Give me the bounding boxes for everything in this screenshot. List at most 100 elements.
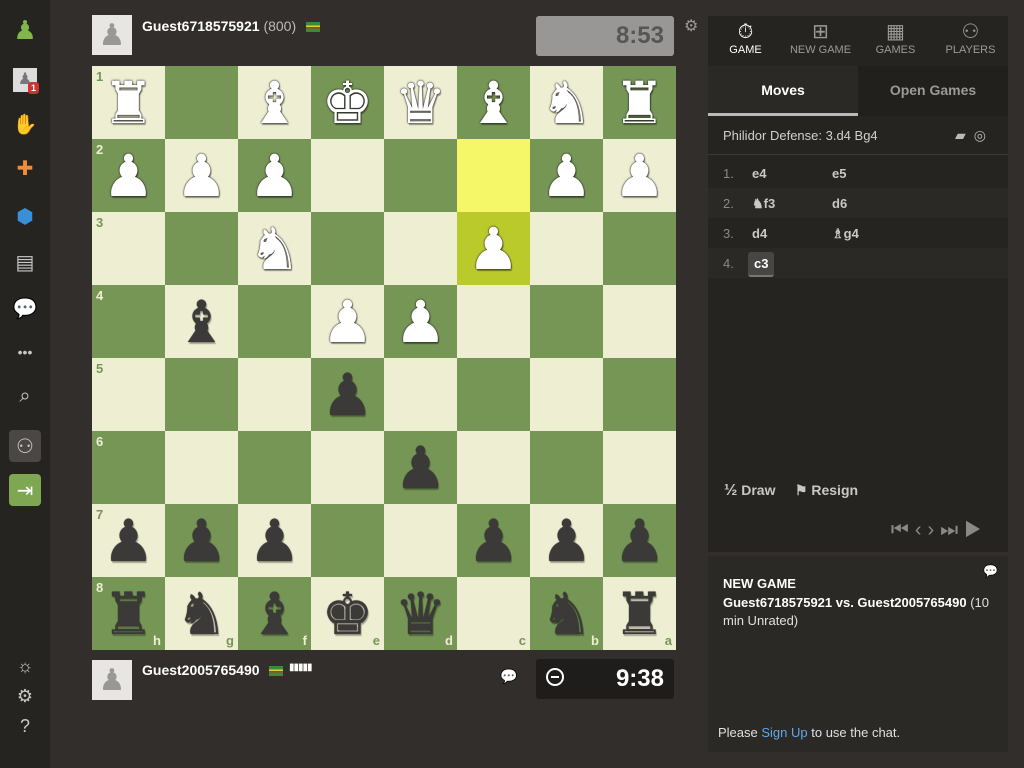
board-square[interactable]: ♟ <box>165 139 238 212</box>
board-square[interactable]: d ♛ <box>384 577 457 650</box>
white-pawn-icon[interactable]: ♟ <box>249 147 301 205</box>
white-move[interactable]: e4 <box>752 166 766 181</box>
board-square[interactable] <box>238 358 311 431</box>
lesson-icon[interactable]: ✚ <box>9 152 41 184</box>
board-square[interactable] <box>530 358 603 431</box>
black-pawn-icon[interactable]: ♟ <box>541 512 593 570</box>
board-square[interactable] <box>457 358 530 431</box>
black-bishop-icon[interactable]: ♝ <box>249 585 301 643</box>
board-square[interactable]: 6 <box>92 431 165 504</box>
board-square[interactable]: ♞ <box>238 212 311 285</box>
book-icon[interactable]: ▰ <box>955 127 974 143</box>
login-icon[interactable]: ⇥ <box>9 474 41 506</box>
black-pawn-icon[interactable]: ♟ <box>103 512 155 570</box>
board-square[interactable]: 2 ♟ <box>92 139 165 212</box>
board-square[interactable] <box>384 212 457 285</box>
resign-button[interactable]: ⚑ Resign <box>795 482 858 498</box>
board-square[interactable]: ♝ <box>457 66 530 139</box>
board-square[interactable]: 7 ♟ <box>92 504 165 577</box>
more-icon[interactable]: ••• <box>9 336 41 368</box>
board-square[interactable] <box>457 285 530 358</box>
board-square[interactable] <box>457 139 530 212</box>
board-square[interactable]: a ♜ <box>603 577 676 650</box>
black-rook-icon[interactable]: ♜ <box>103 585 155 643</box>
next-move-icon[interactable]: › <box>927 519 940 541</box>
board-square[interactable]: ♟ <box>457 212 530 285</box>
white-pawn-icon[interactable]: ♟ <box>395 293 447 351</box>
white-pawn-icon[interactable]: ♟ <box>322 293 374 351</box>
gear-icon[interactable]: ⚙ <box>684 16 698 36</box>
profile-icon[interactable]: ♟ 1 <box>9 64 41 96</box>
board-square[interactable] <box>165 66 238 139</box>
opening-name[interactable]: Philidor Defense: 3.d4 Bg4 <box>723 128 878 143</box>
play-icon[interactable]: ▶ <box>964 519 988 541</box>
board-square[interactable]: ♞ <box>530 66 603 139</box>
board-square[interactable]: 3 <box>92 212 165 285</box>
board-square[interactable] <box>530 431 603 504</box>
board-square[interactable] <box>165 358 238 431</box>
top-player-info[interactable]: Guest6718575921 (800) <box>142 18 321 34</box>
black-knight-icon[interactable]: ♞ <box>541 585 593 643</box>
sign-up-link[interactable]: Sign Up <box>761 725 807 740</box>
add-friend-icon[interactable]: ⚇ <box>9 430 41 462</box>
board-square[interactable]: ♟ <box>384 431 457 504</box>
board-square[interactable]: ♟ <box>311 285 384 358</box>
draw-button[interactable]: ½ Draw <box>724 482 775 499</box>
tab-game[interactable]: ⏱ GAME <box>708 16 783 66</box>
board-square[interactable] <box>384 358 457 431</box>
black-move[interactable]: d6 <box>832 196 847 211</box>
black-pawn-icon[interactable]: ♟ <box>395 439 447 497</box>
board-square[interactable]: ♟ <box>238 139 311 212</box>
white-knight-icon[interactable]: ♞ <box>541 74 593 132</box>
white-knight-icon[interactable]: ♞ <box>249 220 301 278</box>
white-pawn-icon[interactable]: ♟ <box>614 147 666 205</box>
board-square[interactable] <box>238 285 311 358</box>
board-square[interactable]: b ♞ <box>530 577 603 650</box>
board-square[interactable]: ♟ <box>530 504 603 577</box>
white-rook-icon[interactable]: ♜ <box>614 74 666 132</box>
board-square[interactable] <box>384 504 457 577</box>
board-square[interactable]: e ♚ <box>311 577 384 650</box>
white-rook-icon[interactable]: ♜ <box>103 74 155 132</box>
board-square[interactable]: f ♝ <box>238 577 311 650</box>
board-square[interactable] <box>311 431 384 504</box>
chat-toggle-icon[interactable]: 💬 <box>983 564 998 578</box>
chat-bubble-icon[interactable]: 💬 <box>500 668 517 685</box>
board-square[interactable]: 4 <box>92 285 165 358</box>
white-move[interactable]: ♞f3 <box>752 196 775 212</box>
board-square[interactable]: ♟ <box>238 504 311 577</box>
bottom-player-avatar[interactable]: ♟ <box>92 660 132 700</box>
black-rook-icon[interactable]: ♜ <box>614 585 666 643</box>
board-square[interactable]: c <box>457 577 530 650</box>
compass-icon[interactable]: ◎ <box>974 127 994 143</box>
black-bishop-icon[interactable]: ♝ <box>176 293 228 351</box>
board-square[interactable]: ♟ <box>603 139 676 212</box>
board-square[interactable]: ♟ <box>384 285 457 358</box>
black-move[interactable]: ♗g4 <box>832 226 859 242</box>
board-square[interactable] <box>603 212 676 285</box>
board-square[interactable]: ♜ <box>603 66 676 139</box>
black-pawn-icon[interactable]: ♟ <box>468 512 520 570</box>
black-knight-icon[interactable]: ♞ <box>176 585 228 643</box>
tab-players[interactable]: ⚇ PLAYERS <box>933 16 1008 66</box>
white-pawn-icon[interactable]: ♟ <box>541 147 593 205</box>
top-player-avatar[interactable]: ♟ <box>92 15 132 55</box>
board-square[interactable]: ♟ <box>311 358 384 431</box>
board-square[interactable] <box>603 358 676 431</box>
board-square[interactable]: ♟ <box>530 139 603 212</box>
learn-icon[interactable]: ⬢ <box>9 200 41 232</box>
white-move[interactable]: d4 <box>752 226 767 241</box>
theme-icon[interactable]: ☼ <box>9 650 41 682</box>
black-pawn-icon[interactable]: ♟ <box>176 512 228 570</box>
white-bishop-icon[interactable]: ♝ <box>468 74 520 132</box>
board-square[interactable]: ♟ <box>457 504 530 577</box>
chess-board[interactable]: 1 ♜ ♝ ♚ ♛ ♝ ♞ ♜ 2 ♟ ♟ ♟ ♟ ♟ 3 ♞ ♟ 4 ♝ ♟ ♟ 5 ♟ 6 ♟ 7 ♟ ♟ ♟ ♟ ♟ ♟ 8 h ♜ g ♞ f ♝ e… <box>92 66 676 650</box>
white-bishop-icon[interactable]: ♝ <box>249 74 301 132</box>
board-square[interactable] <box>457 431 530 504</box>
news-icon[interactable]: ▤ <box>9 246 41 278</box>
board-square[interactable] <box>384 139 457 212</box>
board-square[interactable] <box>530 285 603 358</box>
black-pawn-icon[interactable]: ♟ <box>614 512 666 570</box>
pawn-logo-icon[interactable]: ♟ <box>9 14 41 46</box>
first-move-icon[interactable]: ⏮ <box>891 519 915 541</box>
